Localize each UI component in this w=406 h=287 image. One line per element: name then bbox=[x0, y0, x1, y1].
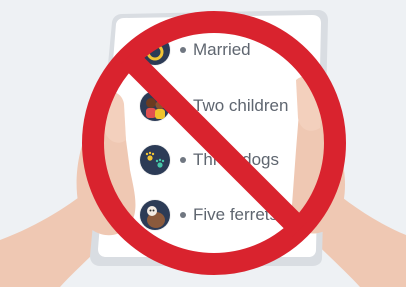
scene: Married Two children Five ferrets bbox=[0, 0, 406, 287]
prohibition-slash bbox=[120, 49, 308, 237]
prohibition-sign bbox=[82, 11, 346, 275]
